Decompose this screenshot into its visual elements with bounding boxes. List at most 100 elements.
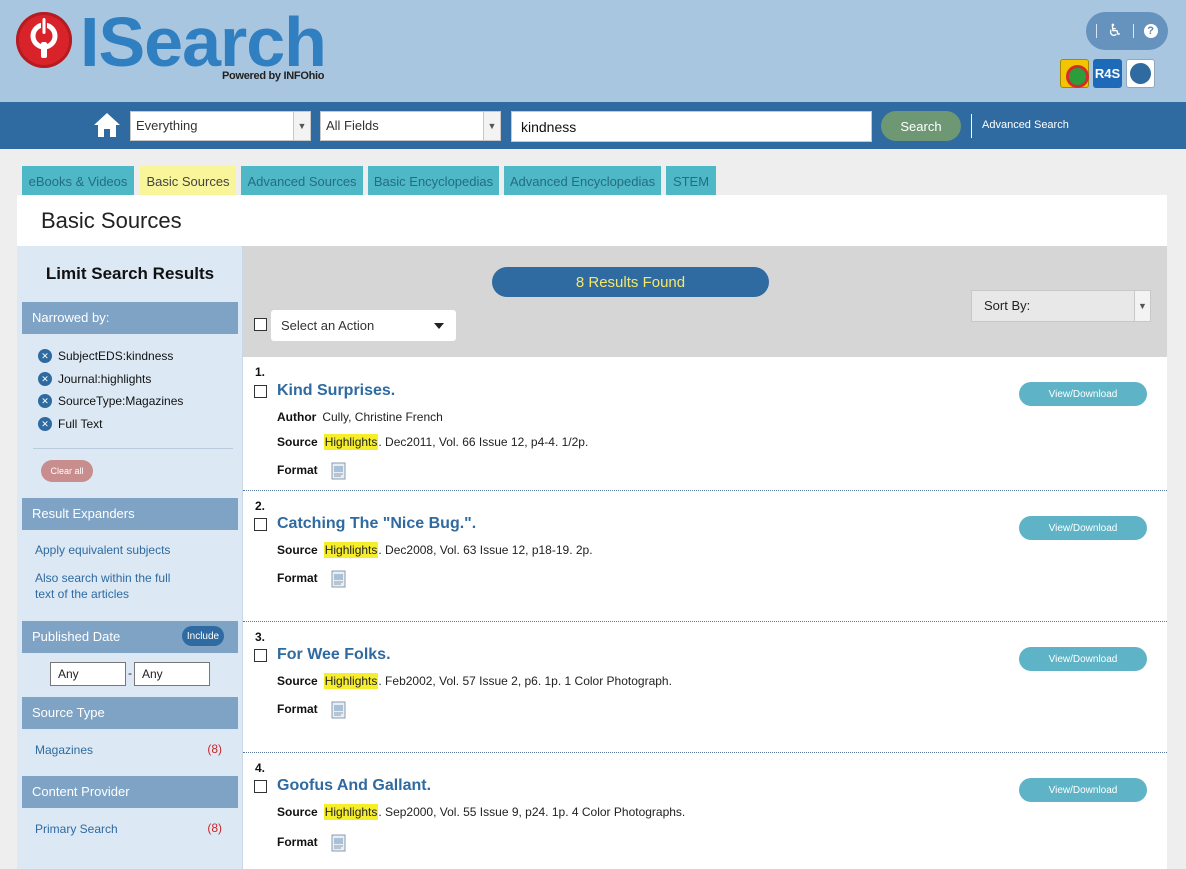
divider xyxy=(1096,24,1098,38)
source-type-magazines-link[interactable]: Magazines xyxy=(35,742,93,758)
journal-highlight[interactable]: Highlights xyxy=(323,804,379,820)
result-format: Format xyxy=(277,701,348,719)
remove-filter-icon[interactable]: ✕ xyxy=(38,417,52,431)
tab-basic-sources[interactable]: Basic Sources xyxy=(140,166,236,196)
periodical-format-icon xyxy=(330,834,348,852)
result-title-link[interactable]: For Wee Folks. xyxy=(277,646,391,664)
result-format: Format xyxy=(277,570,348,588)
remove-filter-icon[interactable]: ✕ xyxy=(38,372,52,386)
provider-count: (8) xyxy=(207,821,222,835)
result-title-link[interactable]: Goofus And Gallant. xyxy=(277,777,431,795)
date-from-input[interactable]: Any xyxy=(50,662,126,686)
app-launcher-icon[interactable] xyxy=(1060,59,1089,88)
journal-highlight[interactable]: Highlights xyxy=(323,542,379,558)
periodical-format-icon xyxy=(330,701,348,719)
chevron-down-icon[interactable]: ▼ xyxy=(1134,291,1150,321)
periodical-format-icon xyxy=(330,462,348,480)
source-label: Source xyxy=(277,674,318,688)
source-label: Source xyxy=(277,805,318,819)
result-checkbox[interactable] xyxy=(254,649,267,662)
action-select-value: Select an Action xyxy=(281,318,375,333)
scope-select-value: Everything xyxy=(136,118,198,133)
sort-select-value: Sort By: xyxy=(984,298,1031,313)
chevron-down-icon[interactable]: ▼ xyxy=(293,112,310,140)
source-details: . Dec2008, Vol. 63 Issue 12, p18-19. 2p. xyxy=(378,543,593,557)
date-to-input[interactable]: Any xyxy=(134,662,210,686)
format-label: Format xyxy=(277,463,318,478)
home-icon[interactable] xyxy=(92,110,122,140)
accessibility-icon[interactable]: ♿ xyxy=(1107,21,1122,41)
remove-filter-icon[interactable]: ✕ xyxy=(38,394,52,408)
source-details: . Feb2002, Vol. 57 Issue 2, p6. 1p. 1 Co… xyxy=(378,674,672,688)
date-separator: - xyxy=(128,666,132,680)
format-label: Format xyxy=(277,571,318,586)
result-author: Author Cully, Christine French xyxy=(277,410,443,424)
result-number: 2. xyxy=(255,499,266,513)
help-icon[interactable]: ? xyxy=(1143,24,1158,38)
filter-item: ✕ SubjectEDS:kindness xyxy=(38,349,173,363)
chevron-down-icon[interactable]: ▼ xyxy=(483,112,500,140)
result-item: 1. Kind Surprises. Author Cully, Christin… xyxy=(243,357,1167,491)
filter-item: ✕ Full Text xyxy=(38,417,102,431)
isearch-logo-icon[interactable] xyxy=(16,12,72,68)
result-title-link[interactable]: Catching The "Nice Bug.". xyxy=(277,515,476,533)
tab-stem[interactable]: STEM xyxy=(666,166,716,196)
apply-equivalent-subjects-link[interactable]: Apply equivalent subjects xyxy=(35,542,170,558)
filter-item: ✕ Journal:highlights xyxy=(38,372,151,386)
filter-label: Journal:highlights xyxy=(58,372,152,386)
result-item: 4. Goofus And Gallant. Source Highlights.… xyxy=(243,753,1167,869)
source-details: . Dec2011, Vol. 66 Issue 12, p4-4. 1/2p. xyxy=(378,435,589,449)
title-panel xyxy=(17,195,1167,246)
divider xyxy=(33,448,233,449)
source-type-header: Source Type xyxy=(22,697,238,729)
search-button[interactable]: Search xyxy=(881,111,961,141)
result-item: 2. Catching The "Nice Bug.". Source Highl… xyxy=(243,491,1167,622)
action-select[interactable]: Select an Action xyxy=(271,310,456,341)
result-format: Format xyxy=(277,462,348,480)
remove-filter-icon[interactable]: ✕ xyxy=(38,349,52,363)
source-type-count: (8) xyxy=(207,742,222,756)
clear-all-button[interactable]: Clear all xyxy=(41,460,93,482)
source-label: Source xyxy=(277,435,318,449)
filter-item: ✕ SourceType:Magazines xyxy=(38,394,183,408)
search-full-text-link[interactable]: Also search within the full text of the … xyxy=(35,570,170,602)
power-app-icon[interactable] xyxy=(1126,59,1155,88)
caret-down-icon xyxy=(434,323,444,329)
journal-highlight[interactable]: Highlights xyxy=(323,673,379,689)
result-expanders-header: Result Expanders xyxy=(22,498,238,530)
r4s-app-icon[interactable]: R4S xyxy=(1093,59,1122,88)
tab-advanced-sources[interactable]: Advanced Sources xyxy=(241,166,363,196)
search-input[interactable]: kindness xyxy=(511,111,872,142)
tab-advanced-encyclopedias[interactable]: Advanced Encyclopedias xyxy=(504,166,661,196)
result-format: Format xyxy=(277,834,348,852)
select-all-checkbox[interactable] xyxy=(254,318,267,331)
tab-basic-encyclopedias[interactable]: Basic Encyclopedias xyxy=(368,166,499,196)
view-download-button[interactable]: View/Download xyxy=(1019,516,1147,540)
filter-label: SubjectEDS:kindness xyxy=(58,349,174,363)
journal-highlight[interactable]: Highlights xyxy=(323,434,379,450)
search-full-text-line2: text of the articles xyxy=(35,587,130,601)
include-button[interactable]: Include xyxy=(182,626,224,646)
view-download-button[interactable]: View/Download xyxy=(1019,382,1147,406)
result-checkbox[interactable] xyxy=(254,518,267,531)
view-download-button[interactable]: View/Download xyxy=(1019,778,1147,802)
result-checkbox[interactable] xyxy=(254,385,267,398)
page-title: Basic Sources xyxy=(41,208,182,233)
format-label: Format xyxy=(277,835,318,850)
tab-ebooks-videos[interactable]: eBooks & Videos xyxy=(22,166,134,196)
filter-label: Full Text xyxy=(58,417,103,431)
powered-by: Powered by INFOhio xyxy=(222,70,325,82)
provider-primary-search-link[interactable]: Primary Search xyxy=(35,821,118,837)
result-number: 4. xyxy=(255,761,266,775)
result-source: Source Highlights. Dec2011, Vol. 66 Issue… xyxy=(277,434,589,450)
advanced-search-link[interactable]: Advanced Search xyxy=(982,119,1069,131)
sort-select[interactable]: Sort By: ▼ xyxy=(971,290,1151,322)
field-select[interactable]: All Fields ▼ xyxy=(320,111,501,141)
view-download-button[interactable]: View/Download xyxy=(1019,647,1147,671)
search-full-text-line1: Also search within the full xyxy=(35,571,171,585)
scope-select[interactable]: Everything ▼ xyxy=(130,111,311,141)
result-title-link[interactable]: Kind Surprises. xyxy=(277,382,395,400)
author-value: Cully, Christine French xyxy=(322,410,443,424)
result-item: 3. For Wee Folks. Source Highlights. Feb2… xyxy=(243,622,1167,753)
result-checkbox[interactable] xyxy=(254,780,267,793)
